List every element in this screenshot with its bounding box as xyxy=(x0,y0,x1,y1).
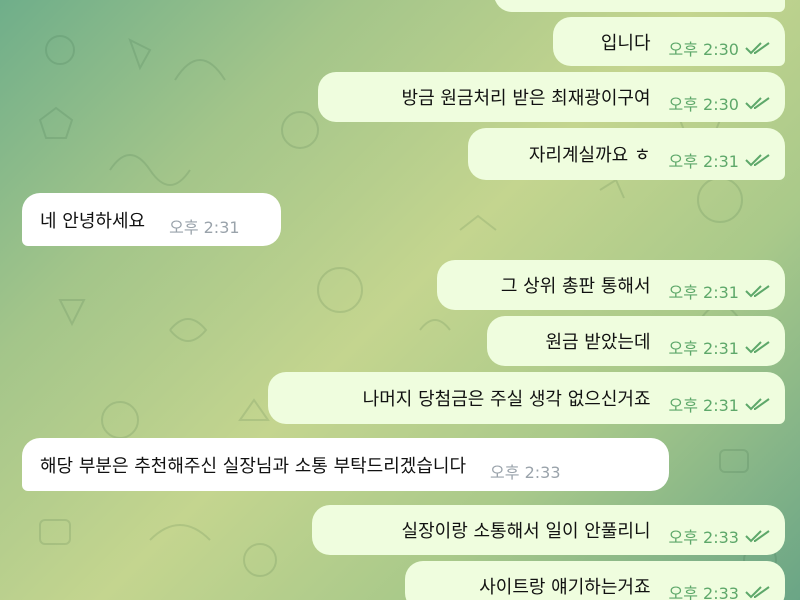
double-check-icon xyxy=(745,41,770,54)
message-time: 오후 2:33 xyxy=(668,528,739,547)
double-check-icon xyxy=(745,398,770,411)
message-bubble-outgoing[interactable]: 원금 받았는데 오후 2:31 xyxy=(487,316,785,366)
message-bubble-outgoing-partial xyxy=(494,0,785,12)
message-bubble-incoming[interactable]: 해당 부분은 추천해주신 실장님과 소통 부탁드리겠습니다 오후 2:33 xyxy=(22,438,669,491)
message-text: 자리계실까요 ㅎ xyxy=(528,145,651,166)
message-bubble-outgoing[interactable]: 실장이랑 소통해서 일이 안풀리니 오후 2:33 xyxy=(312,505,785,555)
message-time: 오후 2:31 xyxy=(668,339,739,358)
message-time: 오후 2:33 xyxy=(668,584,739,600)
message-bubble-outgoing[interactable]: 입니다 오후 2:30 xyxy=(553,17,785,66)
message-list[interactable]: 입니다 오후 2:30 방금 원금처리 받은 최재광이구여 오후 2:30 자리… xyxy=(0,0,800,600)
message-text: 실장이랑 소통해서 일이 안풀리니 xyxy=(401,521,651,542)
message-meta: 오후 2:33 xyxy=(669,524,771,548)
message-meta: 오후 2:33 xyxy=(490,459,560,483)
message-text: 나머지 당첨금은 주실 생각 없으신거죠 xyxy=(362,389,651,410)
message-text: 해당 부분은 추천해주신 실장님과 소통 부탁드리겠습니다 xyxy=(40,455,467,477)
message-bubble-incoming[interactable]: 네 안녕하세요 오후 2:31 xyxy=(22,193,281,246)
double-check-icon xyxy=(745,341,770,354)
message-meta: 오후 2:31 xyxy=(669,335,771,359)
message-time: 오후 2:31 xyxy=(668,396,739,415)
message-meta: 오후 2:31 xyxy=(669,392,771,416)
double-check-icon xyxy=(745,530,770,543)
message-meta: 오후 2:31 xyxy=(669,148,771,172)
double-check-icon xyxy=(745,285,770,298)
message-text: 네 안녕하세요 xyxy=(40,210,146,232)
message-meta: 오후 2:33 xyxy=(669,580,771,600)
message-time: 오후 2:30 xyxy=(668,95,739,114)
message-text: 사이트랑 얘기하는거죠 xyxy=(479,577,651,598)
message-meta: 오후 2:31 xyxy=(669,279,771,303)
message-meta: 오후 2:31 xyxy=(169,214,239,238)
message-bubble-outgoing[interactable]: 그 상위 총판 통해서 오후 2:31 xyxy=(437,260,785,310)
message-time: 오후 2:31 xyxy=(668,283,739,302)
message-bubble-outgoing[interactable]: 나머지 당첨금은 주실 생각 없으신거죠 오후 2:31 xyxy=(268,372,785,424)
message-text: 그 상위 총판 통해서 xyxy=(500,276,651,297)
double-check-icon xyxy=(745,586,770,599)
message-bubble-outgoing[interactable]: 사이트랑 얘기하는거죠 오후 2:33 xyxy=(405,561,785,600)
double-check-icon xyxy=(745,154,770,167)
message-bubble-outgoing[interactable]: 방금 원금처리 받은 최재광이구여 오후 2:30 xyxy=(318,72,785,122)
message-time: 오후 2:30 xyxy=(668,39,739,59)
message-time: 오후 2:33 xyxy=(490,462,561,482)
message-time: 오후 2:31 xyxy=(668,152,739,171)
message-text: 입니다 xyxy=(600,32,651,54)
message-time: 오후 2:31 xyxy=(169,217,240,237)
message-meta: 오후 2:30 xyxy=(669,36,771,60)
double-check-icon xyxy=(745,97,770,110)
message-text: 원금 받았는데 xyxy=(545,332,651,353)
message-text: 방금 원금처리 받은 최재광이구여 xyxy=(401,88,651,109)
message-meta: 오후 2:30 xyxy=(669,91,771,115)
message-bubble-outgoing[interactable]: 자리계실까요 ㅎ 오후 2:31 xyxy=(468,128,785,180)
